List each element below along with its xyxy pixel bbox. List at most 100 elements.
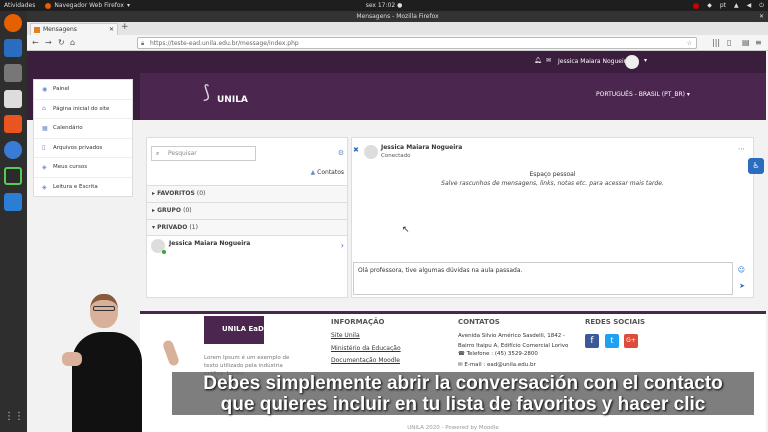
nav-item-leitura[interactable]: ◈ Leitura e Escrita xyxy=(34,178,132,198)
user-menu-chevron-icon[interactable]: ▾ xyxy=(644,57,647,64)
group-favoritos[interactable]: ▸ FAVORITOS (0) xyxy=(147,185,347,202)
file-icon: ▯ xyxy=(42,144,46,152)
forward-icon[interactable]: → xyxy=(45,37,52,49)
volume-icon: ◀ xyxy=(746,2,752,9)
search-icon: ⌕ xyxy=(156,150,160,157)
info-title: INFORMAÇÃO xyxy=(331,318,385,326)
email: ✉ E-mail : ead@unila.edu.br xyxy=(458,362,536,368)
contacts-title: CONTATOS xyxy=(458,318,500,326)
online-indicator xyxy=(162,250,166,254)
phone-icon: ☎ xyxy=(458,351,465,357)
files-dock-icon[interactable] xyxy=(4,64,22,82)
app-menu[interactable]: Navegador Web Firefox ▾ xyxy=(45,2,130,9)
link-documentacao[interactable]: Documentação Moodle xyxy=(331,357,400,364)
show-apps-icon[interactable]: ⋮⋮ xyxy=(4,411,24,429)
system-tray[interactable]: ◆ pt ▲ ◀ ⏻ xyxy=(693,2,764,10)
twitter-icon[interactable]: t xyxy=(605,334,619,348)
help-dock-icon[interactable] xyxy=(4,141,22,159)
back-arrow-icon[interactable]: ✖ xyxy=(353,146,359,154)
new-tab-icon[interactable]: + xyxy=(121,22,129,32)
personal-space-title: Espaço pessoal xyxy=(529,171,576,178)
avatar xyxy=(364,145,378,159)
email-icon: ✉ xyxy=(458,362,463,368)
interpreter-head xyxy=(90,294,118,328)
rhythmbox-dock-icon[interactable] xyxy=(4,90,22,108)
link-site-unila[interactable]: Site Unila xyxy=(331,332,360,339)
dock: ⋮⋮ xyxy=(0,11,27,432)
record-icon xyxy=(693,2,700,9)
firefox-icon xyxy=(45,2,52,9)
send-icon[interactable]: ➤ xyxy=(739,282,745,290)
language-selector[interactable]: PORTUGUÊS - BRASIL (PT_BR) ▾ xyxy=(596,91,690,98)
copyright: UNILA 2020 - Powered by Moodle xyxy=(407,425,499,431)
lock-icon: 🔒︎ xyxy=(141,40,145,47)
search-input[interactable]: ⌕ Pesquisar xyxy=(151,146,256,161)
system-top-bar: Atividades Navegador Web Firefox ▾ sex 1… xyxy=(0,0,768,11)
home-icon[interactable]: ⌂ xyxy=(70,37,75,49)
emoji-icon[interactable]: ☺ xyxy=(738,266,745,274)
settings-icon[interactable]: ⚙ xyxy=(338,149,344,157)
network-icon: ▲ xyxy=(734,2,739,9)
nav-item-meus-cursos[interactable]: ◈ Meus cursos xyxy=(34,158,132,178)
power-icon: ⏻ xyxy=(759,1,764,9)
reload-icon[interactable]: ↻ xyxy=(58,37,65,49)
more-options-icon[interactable]: ⋯ xyxy=(738,145,745,153)
address: Avenida Silvio Américo Sasdelli, 1842 - … xyxy=(458,333,569,349)
site-header: ⟆ UNILA PORTUGUÊS - BRASIL (PT_BR) ▾ xyxy=(140,73,766,120)
tab-bar: Mensagens ✕ + xyxy=(27,22,768,35)
nav-item-pagina-inicial[interactable]: ⌂ Página inicial do site xyxy=(34,100,132,119)
message-textarea[interactable]: Olá professora, tive algumas dúvidas na … xyxy=(353,262,733,295)
clock[interactable]: sex 17:02 ● xyxy=(366,2,403,9)
nav-item-arquivos[interactable]: ▯ Arquivos privados xyxy=(34,139,132,158)
interpreter-left-hand xyxy=(62,352,82,366)
calendar-icon: ▦ xyxy=(42,124,48,132)
bookmark-star-icon[interactable]: ☆ xyxy=(687,38,692,49)
language-indicator: pt xyxy=(719,2,726,9)
facebook-icon[interactable]: f xyxy=(585,334,599,348)
group-grupo[interactable]: ▸ GRUPO (0) xyxy=(147,202,347,219)
site-logo[interactable]: ⟆ UNILA xyxy=(203,82,253,112)
messaging-contacts-panel: ⌕ Pesquisar ⚙ ▲ Contatos ▸ FAVORITOS (0)… xyxy=(146,137,348,298)
thunderbird-dock-icon[interactable] xyxy=(4,39,22,57)
sidebar-icon[interactable]: ▯ xyxy=(727,37,731,49)
moodle-navbar: 🔔︎ ✉ Jessica Maiara Nogueira ▾ xyxy=(140,51,766,73)
terminal-dock-icon[interactable] xyxy=(4,167,22,185)
reader-icon[interactable]: ▤ xyxy=(742,37,750,49)
mouse-cursor-icon: ↖ xyxy=(402,225,410,235)
navigation-toolbar: ← → ↻ ⌂ 🔒︎ https://teste-ead.unila.edu.b… xyxy=(27,35,768,51)
menu-icon[interactable]: ≡ xyxy=(755,37,762,49)
software-dock-icon[interactable] xyxy=(4,115,22,133)
window-close-icon[interactable]: ✕ xyxy=(759,11,764,22)
tab-mensagens[interactable]: Mensagens ✕ xyxy=(30,23,118,35)
notifications-icon[interactable]: 🔔︎ xyxy=(534,57,542,64)
back-icon[interactable]: ← xyxy=(32,37,39,49)
nav-drawer: ◉ Painel ⌂ Página inicial do site ▦ Calendá… xyxy=(33,79,133,197)
writer-dock-icon[interactable] xyxy=(4,193,22,211)
library-icon[interactable]: ||| xyxy=(712,37,720,49)
contact-list-item[interactable]: Jessica Maiara Nogueira › xyxy=(147,235,347,259)
interpreter-glasses xyxy=(93,306,115,311)
home-icon: ⌂ xyxy=(42,105,46,113)
google-plus-icon[interactable]: G+ xyxy=(624,334,638,348)
firefox-dock-icon[interactable] xyxy=(4,14,22,32)
graduation-cap-icon: ◈ xyxy=(42,183,47,191)
avatar[interactable] xyxy=(625,55,639,69)
subtitle-line-2: que quieres incluir en tu lista de favor… xyxy=(220,394,706,415)
interpreter-body xyxy=(72,332,142,432)
messages-icon[interactable]: ✉ xyxy=(546,57,551,64)
phone: ☎ Telefone : (45) 3529-2800 xyxy=(458,351,538,357)
subtitle-box: Debes simplemente abrir la conversación … xyxy=(172,372,754,415)
nav-item-calendario[interactable]: ▦ Calendário xyxy=(34,119,132,139)
link-ministerio[interactable]: Ministério da Educação xyxy=(331,345,401,352)
accessibility-icon[interactable]: ♿︎ xyxy=(748,158,764,174)
url-bar[interactable]: 🔒︎ https://teste-ead.unila.edu.br/messag… xyxy=(137,37,697,49)
user-name[interactable]: Jessica Maiara Nogueira xyxy=(558,58,630,65)
contact-name: Jessica Maiara Nogueira xyxy=(169,240,251,247)
url-text: https://teste-ead.unila.edu.br/message/i… xyxy=(150,40,299,47)
tab-close-icon[interactable]: ✕ xyxy=(109,24,114,35)
activities-button[interactable]: Atividades xyxy=(4,2,35,9)
contacts-link[interactable]: ▲ Contatos xyxy=(311,169,344,176)
group-privado[interactable]: ▾ PRIVADO (1) xyxy=(147,219,347,235)
footer-logo: UNILA EaD xyxy=(204,316,264,344)
nav-item-painel[interactable]: ◉ Painel xyxy=(34,80,132,100)
